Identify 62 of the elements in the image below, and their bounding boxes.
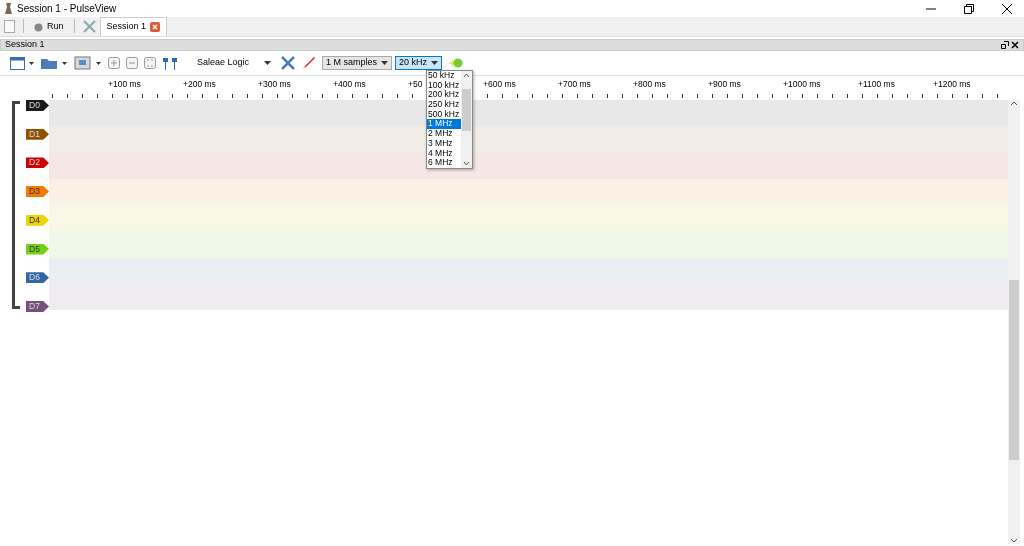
ruler-label: +400 ms	[333, 78, 366, 91]
caret-icon	[381, 61, 388, 65]
dropdown-option[interactable]: 200 kHz	[427, 90, 461, 101]
ruler-label: +900 ms	[708, 78, 741, 91]
channel-label[interactable]: D1	[26, 128, 49, 140]
channel-label[interactable]: D7	[26, 300, 49, 312]
dropdown-option[interactable]: 6 MHz	[427, 158, 461, 168]
float-icon[interactable]	[1000, 41, 1009, 49]
caret-icon	[264, 61, 271, 65]
dropdown-option[interactable]: 2 MHz	[427, 129, 461, 139]
new-document-icon[interactable]	[4, 20, 15, 33]
window-title: Session 1 - PulseView	[17, 2, 117, 16]
record-icon	[34, 22, 43, 32]
save-icon[interactable]	[74, 56, 102, 70]
close-icon[interactable]	[1011, 41, 1019, 49]
configure-icon[interactable]	[280, 55, 296, 71]
zoom-in-icon[interactable]	[108, 57, 120, 69]
dropdown-option[interactable]: 250 kHz	[427, 100, 461, 110]
channel-label[interactable]: D5	[26, 243, 49, 255]
run-button[interactable]: Run	[32, 18, 66, 36]
cursor-icon[interactable]	[162, 56, 178, 70]
close-icon[interactable]	[1002, 3, 1012, 14]
ruler-label: +800 ms	[633, 78, 666, 91]
ruler-label: +1200 ms	[933, 78, 971, 91]
close-tab-icon[interactable]	[150, 22, 161, 32]
dropdown-scrollbar[interactable]	[461, 71, 472, 168]
samples-selector[interactable]: 1 M samples	[322, 56, 392, 70]
open-folder-icon[interactable]	[40, 56, 68, 70]
ruler-label: +600 ms	[483, 78, 516, 91]
ruler-label: +300 ms	[258, 78, 291, 91]
decoder-icon[interactable]	[448, 58, 464, 68]
ruler-label: +200 ms	[183, 78, 216, 91]
channel-label[interactable]: D0	[26, 100, 49, 111]
dropdown-option[interactable]: 500 kHz	[427, 109, 461, 120]
ruler-label: +100 ms	[108, 78, 141, 91]
app-icon	[4, 3, 13, 14]
dropdown-option[interactable]: 4 MHz	[427, 148, 461, 159]
channel-label[interactable]: D2	[26, 157, 49, 169]
dropdown-option[interactable]: 3 MHz	[427, 138, 461, 149]
channel-label[interactable]: D3	[26, 186, 49, 198]
samplerate-selector[interactable]: 20 kHz	[395, 56, 442, 70]
zoom-out-icon[interactable]	[126, 57, 138, 69]
ruler-label: +50	[408, 78, 423, 91]
minimize-icon[interactable]	[926, 7, 936, 10]
vertical-scrollbar[interactable]	[1008, 100, 1020, 544]
restore-icon[interactable]	[964, 3, 974, 14]
ruler-label: +1000 ms	[783, 78, 821, 91]
new-session-icon[interactable]	[10, 56, 34, 70]
ruler-label: +700 ms	[558, 78, 591, 91]
probe-icon[interactable]	[302, 56, 316, 70]
dropdown-option[interactable]: 1 MHz	[427, 119, 461, 130]
dock-title: Session 1	[5, 38, 45, 52]
zoom-fit-icon[interactable]	[144, 57, 156, 69]
caret-icon	[431, 61, 438, 65]
device-selector[interactable]: Saleae Logic	[194, 56, 274, 70]
dropdown-option[interactable]: 50 kHz	[427, 71, 461, 81]
channel-label[interactable]: D6	[26, 272, 49, 284]
session-tab[interactable]: Session 1	[99, 17, 168, 36]
dropdown-option[interactable]: 100 kHz	[427, 80, 461, 91]
ruler-label: +1100 ms	[858, 78, 895, 91]
channel-label[interactable]: D4	[26, 214, 49, 226]
tools-icon[interactable]	[82, 20, 96, 33]
